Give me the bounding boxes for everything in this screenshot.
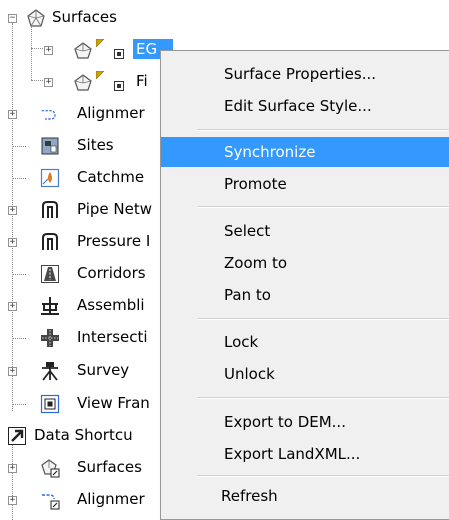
out-of-date-flag-icon <box>96 71 104 79</box>
surface-shortcut-icon <box>41 459 60 478</box>
tree-item-label: Surfaces <box>52 8 117 26</box>
intersection-icon <box>41 329 59 347</box>
tree-item-label: Catchme <box>77 168 145 186</box>
menu-item-export-dem[interactable]: Export to DEM... <box>161 407 449 437</box>
menu-item-label: Synchronize <box>224 143 316 161</box>
tree-item-label: Alignmer <box>77 104 145 122</box>
menu-item-edit-surface-style[interactable]: Edit Surface Style... <box>161 91 449 121</box>
menu-separator <box>197 206 449 208</box>
menu-item-label: Zoom to <box>224 254 288 272</box>
menu-item-label: Select <box>224 222 271 240</box>
tree-item-label: Fi <box>136 72 148 90</box>
menu-item-label: Lock <box>224 333 259 351</box>
menu-item-surface-properties[interactable]: Surface Properties... <box>161 59 449 89</box>
tree-item-label: Data Shortcu <box>34 426 133 444</box>
menu-item-label: Edit Surface Style... <box>224 97 372 115</box>
tree-item-label: Assembli <box>77 296 145 314</box>
surface-icon <box>74 42 92 59</box>
menu-item-label: Export LandXML... <box>224 445 361 463</box>
reference-overlay-icon <box>114 81 124 91</box>
menu-separator <box>197 397 449 399</box>
corridor-icon <box>41 265 59 283</box>
menu-item-unlock[interactable]: Unlock <box>161 359 449 389</box>
tree-item-label: Pipe Netw <box>77 200 152 218</box>
menu-item-synchronize[interactable]: Synchronize <box>161 137 449 167</box>
expand-toggle[interactable]: + <box>8 302 17 311</box>
surface-icon <box>27 9 45 27</box>
tree-item-label: Intersecti <box>77 328 148 346</box>
alignment-icon <box>41 110 56 120</box>
menu-item-pan-to[interactable]: Pan to <box>161 280 449 310</box>
tree-item-label: Pressure I <box>77 232 151 250</box>
menu-item-lock[interactable]: Lock <box>161 327 449 357</box>
menu-item-select[interactable]: Select <box>161 216 449 246</box>
tree-item-label: Alignmer <box>77 490 145 508</box>
expand-toggle[interactable]: + <box>8 238 17 247</box>
tree-item-label: Surfaces <box>77 458 142 476</box>
menu-item-refresh[interactable]: Refresh <box>161 481 449 511</box>
expand-toggle[interactable]: + <box>44 78 53 87</box>
collapse-toggle[interactable]: − <box>8 14 17 23</box>
view-frame-icon <box>40 394 60 414</box>
menu-item-zoom-to[interactable]: Zoom to <box>161 248 449 278</box>
pressure-network-icon <box>42 233 58 250</box>
survey-icon <box>42 362 58 381</box>
alignment-shortcut-icon <box>42 494 60 510</box>
surface-icon <box>74 74 92 91</box>
menu-item-label: Refresh <box>221 487 278 505</box>
expand-toggle[interactable]: + <box>8 206 17 215</box>
menu-item-label: Pan to <box>224 286 271 304</box>
menu-item-label: Unlock <box>224 365 275 383</box>
shortcut-arrow-icon <box>8 427 26 445</box>
menu-item-label: Export to DEM... <box>224 413 346 431</box>
menu-item-export-landxml[interactable]: Export LandXML... <box>161 439 449 469</box>
expand-toggle[interactable]: + <box>44 46 53 55</box>
out-of-date-flag-icon <box>96 39 104 47</box>
menu-item-promote[interactable]: Promote <box>161 169 449 199</box>
menu-item-label: Promote <box>224 175 287 193</box>
tree-item-label: Survey <box>77 361 130 379</box>
expand-toggle[interactable]: + <box>8 367 17 376</box>
tree-item-label: View Fran <box>77 394 150 412</box>
expand-toggle[interactable]: + <box>8 496 17 505</box>
expand-toggle[interactable]: + <box>8 110 17 119</box>
menu-separator <box>197 129 449 131</box>
expand-toggle[interactable]: + <box>8 464 17 473</box>
reference-overlay-icon <box>114 49 124 59</box>
tree-item-label: Corridors <box>77 264 146 282</box>
site-icon <box>41 137 59 155</box>
menu-separator <box>197 475 449 477</box>
context-menu: Surface Properties... Edit Surface Style… <box>160 50 449 520</box>
menu-separator <box>197 318 449 320</box>
tree-item-surfaces[interactable]: − Surfaces <box>0 5 449 31</box>
catchment-icon <box>40 168 60 188</box>
menu-item-label: Surface Properties... <box>224 65 377 83</box>
assembly-icon <box>41 297 59 315</box>
pipe-network-icon <box>42 201 58 218</box>
tree-item-label: Sites <box>77 136 114 154</box>
